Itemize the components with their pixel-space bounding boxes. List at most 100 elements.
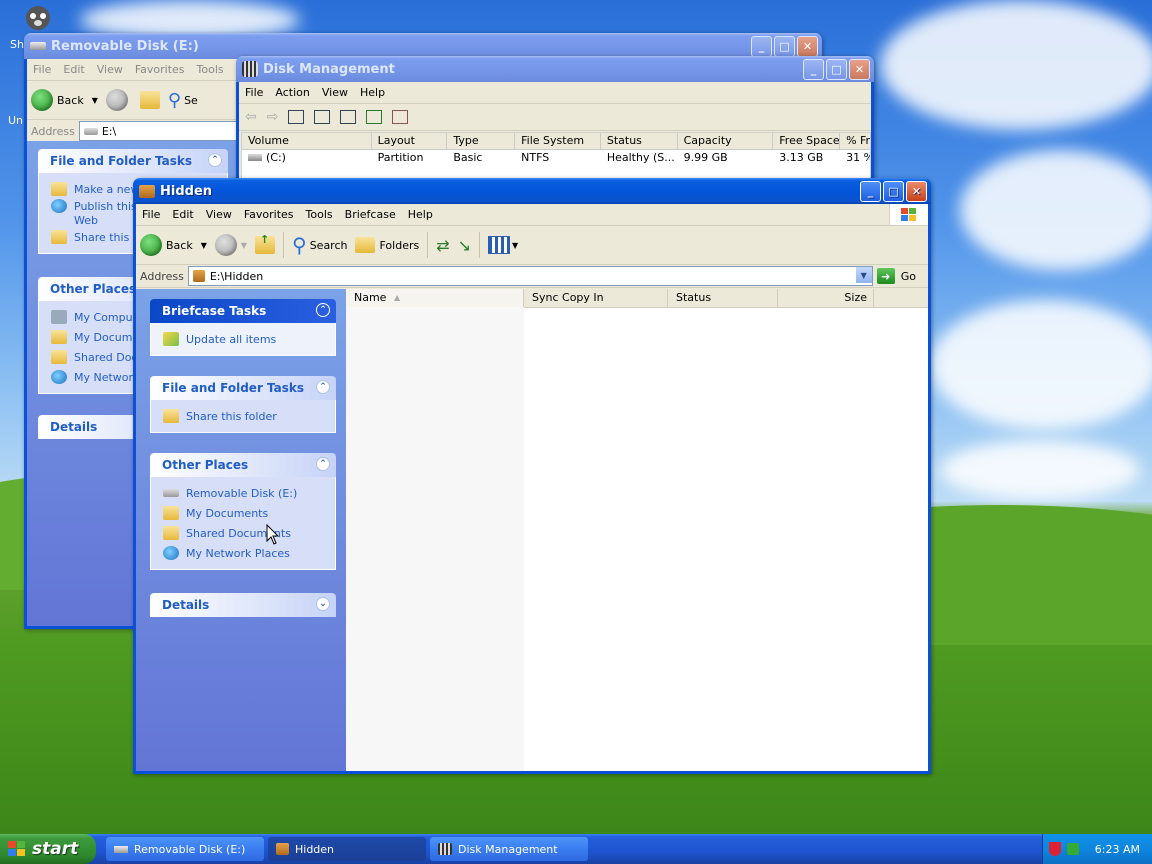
column-percent-free[interactable]: % Fr — [840, 133, 870, 149]
properties-icon[interactable] — [340, 110, 357, 124]
group-header[interactable]: File and Folder Tasks ⌃ — [38, 149, 228, 173]
my-documents-icon — [51, 330, 67, 344]
column-type[interactable]: Type — [447, 133, 516, 149]
column-file-system[interactable]: File System — [515, 133, 601, 149]
menu-edit[interactable]: Edit — [166, 208, 199, 221]
menu-file[interactable]: File — [27, 63, 57, 76]
menu-favorites[interactable]: Favorites — [129, 63, 191, 76]
menu-briefcase[interactable]: Briefcase — [339, 208, 402, 221]
go-button[interactable]: ➜ Go — [876, 268, 916, 284]
place-link-shared-documents[interactable]: Shared Documents — [163, 523, 335, 543]
column-free-space[interactable]: Free Space — [773, 133, 841, 149]
menu-view[interactable]: View — [200, 208, 238, 221]
forward-button[interactable] — [105, 89, 132, 111]
menu-action[interactable]: Action — [269, 86, 315, 99]
menu-tools[interactable]: Tools — [191, 63, 230, 76]
column-name[interactable]: Name ▲ — [346, 289, 524, 307]
up-button[interactable]: ↑ — [255, 233, 276, 254]
collapse-chevron-icon[interactable]: ⌃ — [316, 380, 330, 394]
expand-chevron-icon[interactable]: ⌄ — [316, 597, 330, 611]
forward-arrow-icon[interactable]: ⇨ — [267, 109, 279, 125]
briefcase-icon — [139, 184, 155, 198]
update-selection-button[interactable]: ↘ — [458, 236, 471, 255]
maximize-button[interactable]: □ — [774, 36, 795, 57]
menu-view[interactable]: View — [91, 63, 129, 76]
place-link-removable-disk[interactable]: Removable Disk (E:) — [163, 483, 335, 503]
views-icon — [488, 236, 511, 254]
column-volume[interactable]: Volume — [242, 133, 372, 149]
refresh-icon[interactable] — [366, 110, 383, 124]
help-icon[interactable] — [314, 110, 331, 124]
hidden-folder-window[interactable]: Hidden _ □ ✕ File Edit View Favorites To… — [133, 178, 931, 774]
menu-help[interactable]: Help — [354, 86, 391, 99]
minimize-button[interactable]: _ — [751, 36, 772, 57]
collapse-chevron-icon[interactable]: ⌃ — [316, 457, 330, 471]
minimize-button[interactable]: _ — [803, 59, 824, 80]
desktop-icon[interactable] — [22, 2, 54, 34]
taskbar-button-disk-management[interactable]: Disk Management — [430, 837, 588, 861]
column-size[interactable]: Size — [778, 289, 874, 307]
settings-icon[interactable] — [392, 110, 409, 124]
close-button[interactable]: ✕ — [849, 59, 870, 80]
up-button[interactable] — [139, 91, 160, 109]
back-button[interactable]: Back ▼ — [31, 89, 98, 111]
forward-button[interactable]: ▼ — [214, 234, 247, 256]
column-status[interactable]: Status — [601, 133, 678, 149]
group-header[interactable]: File and Folder Tasks ⌃ — [150, 376, 336, 400]
address-dropdown-icon[interactable]: ▼ — [855, 267, 872, 283]
column-capacity[interactable]: Capacity — [678, 133, 774, 149]
back-arrow-icon[interactable]: ⇦ — [245, 109, 257, 125]
task-link-share-folder[interactable]: Share this folder — [163, 406, 335, 426]
briefcase-icon — [192, 270, 205, 282]
security-shield-icon[interactable] — [1048, 842, 1061, 856]
address-input[interactable]: E:\Hidden ▼ — [187, 266, 873, 286]
menu-view[interactable]: View — [316, 86, 354, 99]
folders-button[interactable]: Folders — [355, 237, 419, 253]
start-button[interactable]: start — [0, 834, 96, 864]
group-header[interactable]: Briefcase Tasks ⌃ — [150, 299, 336, 323]
place-label: My Documents — [186, 506, 269, 520]
menu-file[interactable]: File — [239, 86, 269, 99]
menu-file[interactable]: File — [136, 208, 166, 221]
cell-status: Healthy (S... — [606, 151, 675, 164]
show-hide-tree-icon[interactable] — [288, 110, 305, 124]
taskbar-button-hidden[interactable]: Hidden — [268, 837, 426, 861]
sorted-column-shade — [346, 307, 524, 771]
group-header[interactable]: Details ⌄ — [150, 593, 336, 617]
table-row[interactable]: (C:) Partition Basic NTFS Healthy (S... … — [242, 150, 870, 166]
clock[interactable]: 6:23 AM — [1095, 843, 1140, 856]
file-list[interactable]: Name ▲ Sync Copy In Status Size — [346, 289, 928, 771]
up-folder-icon: ↑ — [255, 233, 276, 254]
window-titlebar[interactable]: Disk Management _ □ ✕ — [236, 56, 874, 82]
collapse-chevron-icon[interactable]: ⌃ — [208, 153, 222, 167]
window-titlebar[interactable]: Hidden _ □ ✕ — [133, 178, 931, 204]
column-sync-copy-in[interactable]: Sync Copy In — [524, 289, 668, 307]
column-status[interactable]: Status — [668, 289, 778, 307]
group-title: Details — [162, 598, 210, 612]
minimize-button[interactable]: _ — [860, 181, 881, 202]
taskbar-button-removable-disk[interactable]: Removable Disk (E:) — [106, 837, 264, 861]
close-button[interactable]: ✕ — [797, 36, 818, 57]
menu-edit[interactable]: Edit — [57, 63, 90, 76]
forward-arrow-icon — [105, 89, 128, 111]
task-link-update-all[interactable]: Update all items — [163, 329, 335, 349]
maximize-button[interactable]: □ — [826, 59, 847, 80]
back-dropdown-icon[interactable]: ▼ — [201, 241, 207, 250]
maximize-button[interactable]: □ — [883, 181, 904, 202]
group-header[interactable]: Other Places ⌃ — [150, 453, 336, 477]
disk-management-window[interactable]: Disk Management _ □ ✕ File Action View H… — [236, 56, 874, 188]
close-button[interactable]: ✕ — [906, 181, 927, 202]
menu-tools[interactable]: Tools — [300, 208, 339, 221]
collapse-chevron-icon[interactable]: ⌃ — [316, 303, 330, 317]
search-button[interactable]: ⚲ Se — [168, 90, 198, 111]
update-all-button[interactable]: ⇄ — [436, 236, 449, 255]
views-button[interactable]: ▼ — [488, 236, 518, 254]
menu-favorites[interactable]: Favorites — [238, 208, 300, 221]
search-button[interactable]: ⚲ Search — [292, 233, 347, 257]
back-button[interactable]: Back ▼ — [140, 234, 207, 256]
menu-help[interactable]: Help — [402, 208, 439, 221]
network-tray-icon[interactable] — [1066, 843, 1079, 855]
column-layout[interactable]: Layout — [372, 133, 448, 149]
place-link-network-places[interactable]: My Network Places — [163, 543, 335, 563]
place-link-my-documents[interactable]: My Documents — [163, 503, 335, 523]
